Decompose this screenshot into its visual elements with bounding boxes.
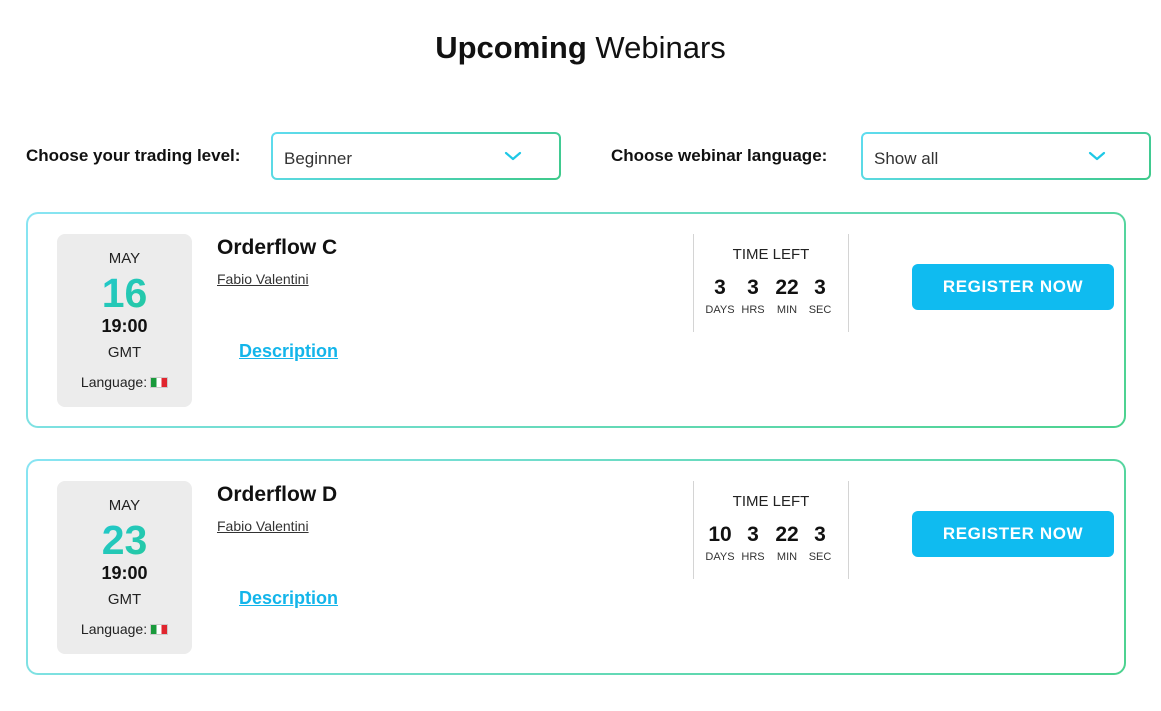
language-label: Language: <box>80 374 148 390</box>
page-title-rest: Webinars <box>595 30 726 65</box>
date-box: MAY 16 19:00 GMT Language: <box>57 234 192 407</box>
language-label: Language: <box>80 621 148 637</box>
webinar-title: Orderflow C <box>217 236 338 259</box>
date-timezone: GMT <box>107 591 142 608</box>
countdown-days-value: 3 <box>714 276 726 299</box>
chevron-down-icon <box>1088 151 1106 161</box>
countdown-min-label: MIN <box>776 304 798 316</box>
webinar-card: MAY 16 19:00 GMT Language: Orderflow C F… <box>26 212 1126 428</box>
countdown-min-label: MIN <box>776 551 798 563</box>
description-link[interactable]: Description <box>239 341 338 362</box>
countdown: TIME LEFT 10 DAYS 3 HRS 22 MIN 3 SEC <box>693 481 849 579</box>
italy-flag-icon <box>150 377 169 388</box>
date-timezone: GMT <box>107 344 142 361</box>
date-day: 16 <box>57 270 192 317</box>
presenter-link[interactable]: Fabio Valentini <box>217 518 309 534</box>
date-day: 23 <box>57 517 192 564</box>
countdown-sec: 3 SEC <box>803 523 837 563</box>
trading-level-select[interactable]: Beginner <box>271 132 561 180</box>
language-info: Language: <box>57 374 192 390</box>
register-now-button[interactable]: REGISTER NOW <box>912 511 1114 557</box>
countdown-min-value: 22 <box>775 523 799 546</box>
countdown-sec: 3 SEC <box>803 276 837 316</box>
countdown-days: 3 DAYS <box>703 276 737 316</box>
register-now-button[interactable]: REGISTER NOW <box>912 264 1114 310</box>
webinar-language-value: Show all <box>874 149 939 168</box>
countdown-sec-value: 3 <box>814 276 826 299</box>
webinar-language-select[interactable]: Show all <box>861 132 1151 180</box>
language-info: Language: <box>57 621 192 637</box>
countdown-sec-label: SEC <box>808 304 832 316</box>
date-month: MAY <box>108 497 141 514</box>
page-title: Upcoming Webinars <box>0 30 1161 66</box>
countdown-hrs-value: 3 <box>747 523 759 546</box>
webinar-title: Orderflow D <box>217 483 338 506</box>
countdown: TIME LEFT 3 DAYS 3 HRS 22 MIN 3 SEC <box>693 234 849 332</box>
countdown-days-label: DAYS <box>705 551 735 563</box>
countdown-min: 22 MIN <box>770 523 804 563</box>
date-time: 19:00 <box>101 316 148 336</box>
countdown-days-value: 10 <box>708 523 732 546</box>
date-month: MAY <box>108 250 141 267</box>
countdown-days: 10 DAYS <box>703 523 737 563</box>
chevron-down-icon <box>504 151 522 161</box>
countdown-sec-value: 3 <box>814 523 826 546</box>
countdown-hrs: 3 HRS <box>736 276 770 316</box>
trading-level-value: Beginner <box>284 149 353 168</box>
date-box: MAY 23 19:00 GMT Language: <box>57 481 192 654</box>
webinar-card: MAY 23 19:00 GMT Language: Orderflow D F… <box>26 459 1126 675</box>
countdown-sec-label: SEC <box>808 551 832 563</box>
countdown-days-label: DAYS <box>705 304 735 316</box>
countdown-hrs-label: HRS <box>741 304 765 316</box>
page-title-bold: Upcoming <box>435 30 587 65</box>
time-left-label: TIME LEFT <box>732 493 810 510</box>
description-link[interactable]: Description <box>239 588 338 609</box>
time-left-label: TIME LEFT <box>732 246 810 263</box>
countdown-hrs: 3 HRS <box>736 523 770 563</box>
trading-level-label: Choose your trading level: <box>26 146 241 165</box>
countdown-min: 22 MIN <box>770 276 804 316</box>
countdown-hrs-label: HRS <box>741 551 765 563</box>
italy-flag-icon <box>150 624 169 635</box>
date-time: 19:00 <box>101 563 148 583</box>
presenter-link[interactable]: Fabio Valentini <box>217 271 309 287</box>
webinar-language-label: Choose webinar language: <box>611 146 828 165</box>
countdown-min-value: 22 <box>775 276 799 299</box>
countdown-hrs-value: 3 <box>747 276 759 299</box>
